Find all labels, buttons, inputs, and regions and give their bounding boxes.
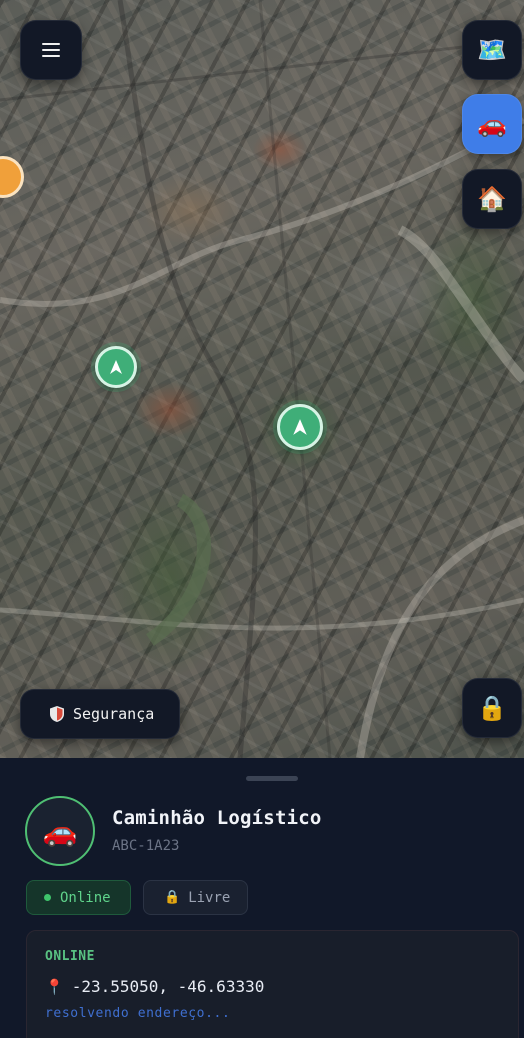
home-button[interactable]: 🏠: [462, 169, 522, 229]
navigation-arrow-icon: [110, 360, 122, 374]
pin-icon: 📍: [45, 977, 64, 996]
online-chip-label: Online: [60, 889, 111, 906]
satellite-map[interactable]: 🗺️ 🚗 🏠 Segurança 🔒: [0, 0, 524, 758]
vehicle-marker-1[interactable]: [95, 346, 137, 388]
vehicle-name: Caminhão Logístico: [112, 807, 322, 829]
car-icon: 🚗: [42, 814, 78, 848]
lock-button[interactable]: 🔒: [462, 678, 522, 738]
free-chip-label: Livre: [188, 889, 231, 906]
navigation-arrow-icon: [293, 419, 307, 435]
vehicle-plate: ABC-1A23: [112, 838, 180, 854]
online-dot-icon: [44, 894, 51, 901]
map-icon: 🗺️: [477, 36, 507, 64]
house-icon: 🏠: [477, 185, 507, 213]
status-title: ONLINE: [45, 949, 95, 964]
coordinates-row: 📍 -23.55050, -46.63330: [45, 977, 264, 996]
shield-icon: [50, 706, 64, 722]
coordinates-value: -23.55050, -46.63330: [71, 977, 265, 996]
security-button[interactable]: Segurança: [20, 689, 180, 739]
vehicle-button[interactable]: 🚗: [462, 94, 522, 154]
map-roads: [0, 0, 524, 758]
online-status-chip[interactable]: Online: [26, 880, 131, 915]
security-label: Segurança: [73, 705, 155, 723]
vehicle-marker-2[interactable]: [277, 404, 323, 450]
menu-button[interactable]: [20, 20, 82, 80]
hamburger-menu-icon: [42, 43, 60, 57]
free-status-chip[interactable]: 🔒 Livre: [143, 880, 248, 915]
car-icon: 🚗: [477, 110, 507, 138]
address-text: resolvendo endereço...: [45, 1006, 231, 1021]
location-status-card: ONLINE 📍 -23.55050, -46.63330 resolvendo…: [26, 930, 519, 1038]
lock-icon: 🔒: [477, 694, 507, 722]
vehicle-avatar: 🚗: [25, 796, 95, 866]
lock-icon: 🔒: [164, 890, 181, 905]
map-layers-button[interactable]: 🗺️: [462, 20, 522, 80]
vehicle-details-sheet: 🚗 Caminhão Logístico ABC-1A23 Online 🔒 L…: [0, 758, 524, 1038]
sheet-drag-handle[interactable]: [246, 776, 298, 781]
